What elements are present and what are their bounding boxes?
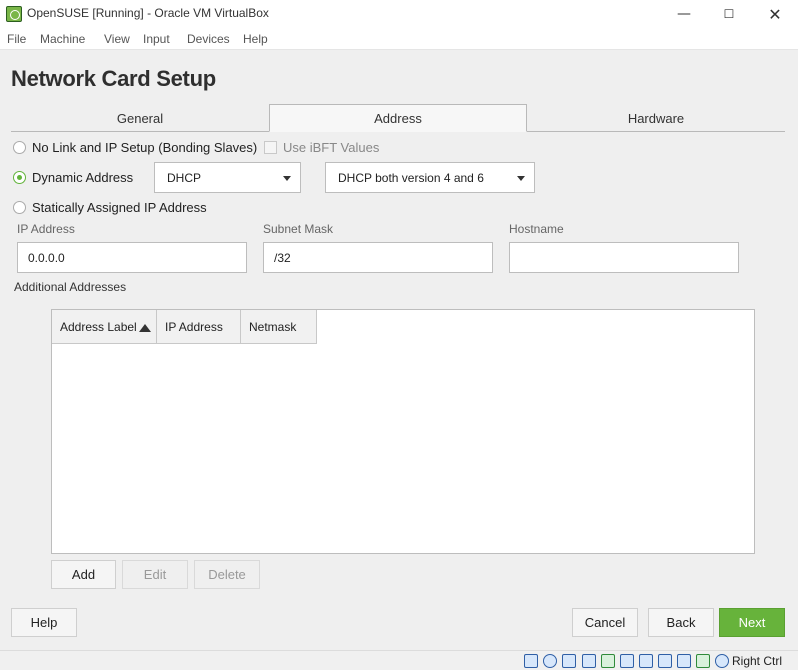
- network-card-setup-panel: Network Card Setup General Address Hardw…: [0, 50, 798, 650]
- menu-file[interactable]: File: [7, 32, 26, 46]
- display-icon[interactable]: [639, 654, 653, 668]
- menu-bar: File Machine View Input Devices Help: [0, 28, 798, 50]
- arrow-down-icon[interactable]: [715, 654, 729, 668]
- vm-status-bar: Right Ctrl: [0, 650, 798, 670]
- virtualbox-app-icon: [6, 6, 22, 22]
- subnet-mask-label: Subnet Mask: [263, 222, 334, 236]
- dhcp-version-select[interactable]: DHCP both version 4 and 6: [325, 162, 535, 193]
- add-address-button[interactable]: Add: [51, 560, 116, 589]
- column-header-netmask[interactable]: Netmask: [241, 310, 317, 344]
- hostname-input[interactable]: [509, 242, 739, 273]
- minimize-button[interactable]: —: [661, 0, 707, 28]
- tab-hardware[interactable]: Hardware: [527, 104, 785, 132]
- video-capture-icon[interactable]: [658, 654, 672, 668]
- tab-general[interactable]: General: [11, 104, 269, 132]
- optical-drive-icon[interactable]: [543, 654, 557, 668]
- use-ibft-label: Use iBFT Values: [283, 140, 380, 155]
- menu-machine[interactable]: Machine: [40, 32, 85, 46]
- network-icon[interactable]: [582, 654, 596, 668]
- edit-address-button[interactable]: Edit: [122, 560, 188, 589]
- subnet-mask-input[interactable]: /32: [263, 242, 493, 273]
- close-button[interactable]: ✕: [752, 0, 798, 28]
- maximize-button[interactable]: ☐: [706, 0, 752, 28]
- static-address-label: Statically Assigned IP Address: [32, 200, 207, 215]
- next-button[interactable]: Next: [719, 608, 785, 637]
- column-header-ip-address[interactable]: IP Address: [157, 310, 241, 344]
- window-title: OpenSUSE [Running] - Oracle VM VirtualBo…: [27, 6, 269, 20]
- additional-addresses-label: Additional Addresses: [14, 280, 127, 294]
- hostname-label: Hostname: [509, 222, 564, 236]
- menu-devices[interactable]: Devices: [187, 32, 230, 46]
- audio-icon[interactable]: [562, 654, 576, 668]
- sort-ascending-icon: [139, 324, 151, 332]
- page-title: Network Card Setup: [11, 66, 216, 91]
- no-link-label: No Link and IP Setup (Bonding Slaves): [32, 140, 258, 155]
- cpu-icon[interactable]: [696, 654, 710, 668]
- no-link-option[interactable]: No Link and IP Setup (Bonding Slaves): [13, 140, 257, 155]
- recording-icon[interactable]: [677, 654, 691, 668]
- usb-icon[interactable]: [601, 654, 615, 668]
- delete-address-button[interactable]: Delete: [194, 560, 260, 589]
- tab-address[interactable]: Address: [269, 104, 527, 132]
- static-address-option[interactable]: Statically Assigned IP Address: [13, 200, 207, 215]
- dynamic-address-label: Dynamic Address: [32, 170, 134, 185]
- back-button[interactable]: Back: [648, 608, 714, 637]
- chevron-down-icon: [283, 176, 291, 181]
- hard-disk-icon[interactable]: [524, 654, 538, 668]
- ip-address-label: IP Address: [17, 222, 75, 236]
- dhcp-version-value: DHCP both version 4 and 6: [338, 170, 484, 185]
- title-bar: OpenSUSE [Running] - Oracle VM VirtualBo…: [0, 0, 798, 28]
- help-button[interactable]: Help: [11, 608, 77, 637]
- static-address-radio[interactable]: [13, 201, 26, 214]
- dynamic-mode-select[interactable]: DHCP: [154, 162, 301, 193]
- host-key-label: Right Ctrl: [732, 654, 783, 668]
- shared-folders-icon[interactable]: [620, 654, 634, 668]
- cancel-button[interactable]: Cancel: [572, 608, 638, 637]
- additional-addresses-table[interactable]: Address Label IP Address Netmask: [51, 309, 755, 554]
- menu-view[interactable]: View: [104, 32, 130, 46]
- menu-help[interactable]: Help: [243, 32, 268, 46]
- dynamic-address-radio[interactable]: [13, 171, 26, 184]
- dynamic-address-option[interactable]: Dynamic Address: [13, 170, 133, 185]
- chevron-down-icon: [517, 176, 525, 181]
- column-header-address-label-text: Address Label: [60, 319, 137, 334]
- column-header-address-label[interactable]: Address Label: [52, 310, 157, 344]
- ip-address-input[interactable]: 0.0.0.0: [17, 242, 247, 273]
- menu-input[interactable]: Input: [143, 32, 170, 46]
- dynamic-mode-value: DHCP: [167, 170, 202, 185]
- no-link-radio[interactable]: [13, 141, 26, 154]
- use-ibft-checkbox[interactable]: [264, 141, 277, 154]
